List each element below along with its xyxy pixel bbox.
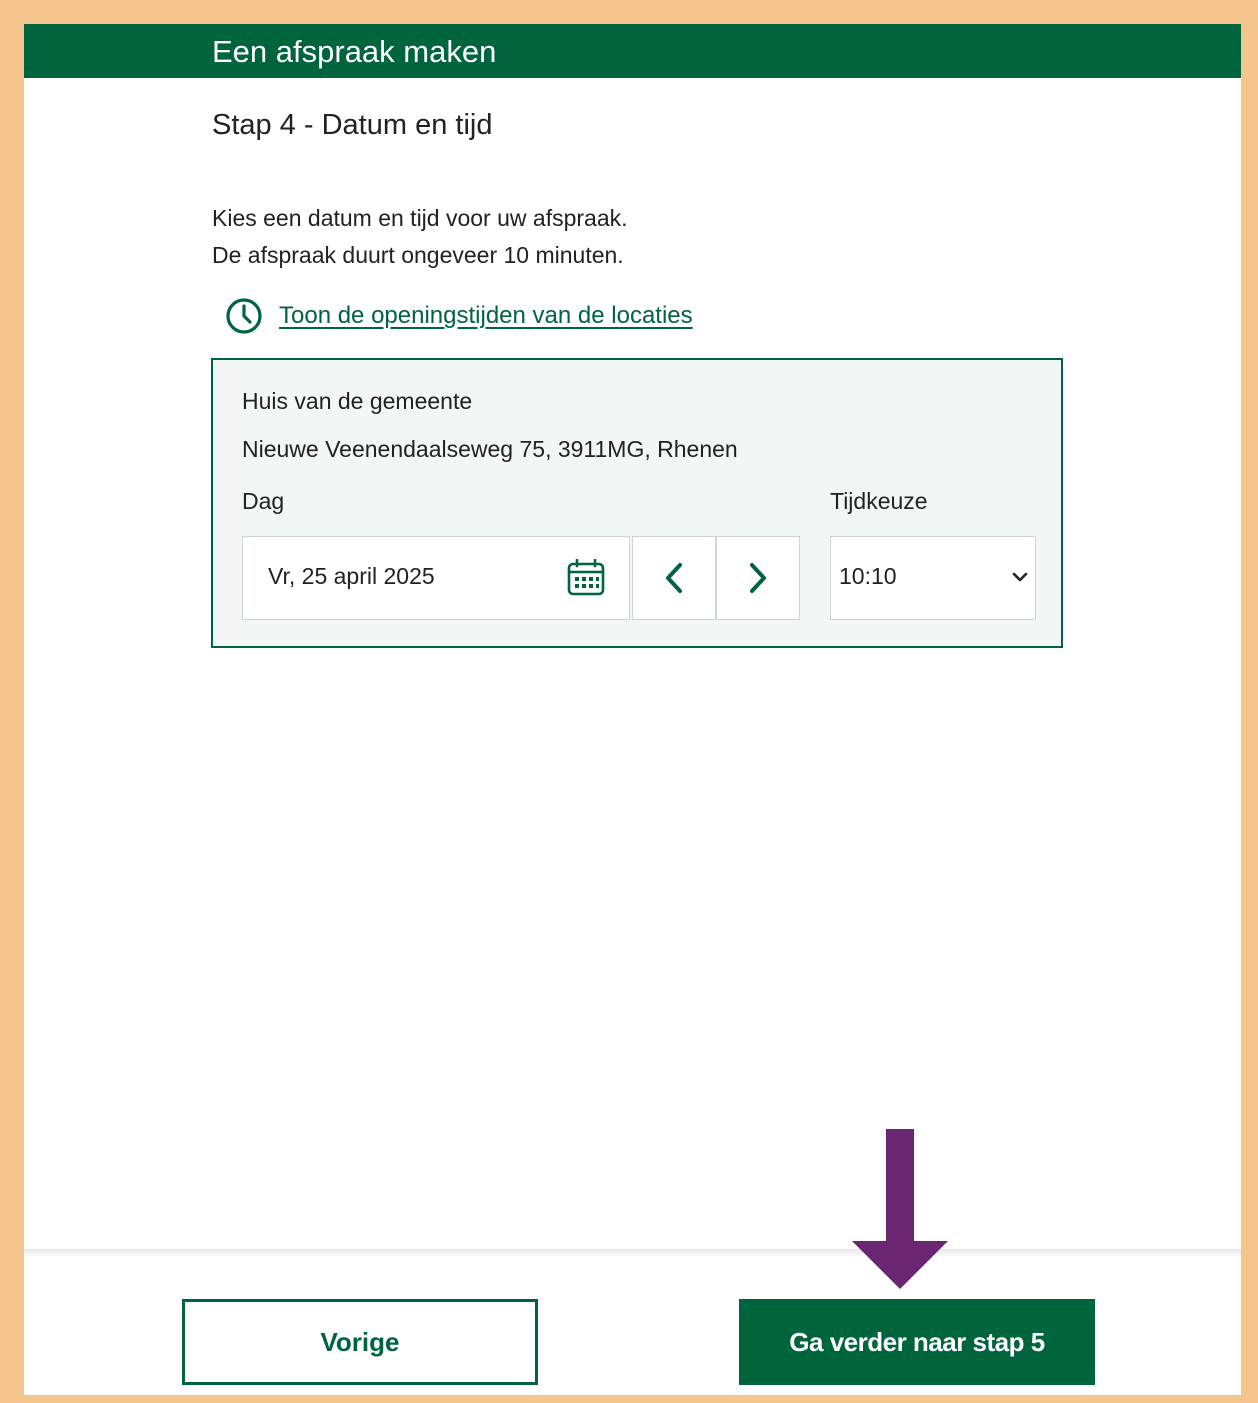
footer-divider	[24, 1249, 1241, 1257]
intro-line-1: Kies een datum en tijd voor uw afspraak.	[212, 205, 628, 231]
clock-icon	[226, 298, 262, 334]
chevron-right-icon	[750, 563, 766, 593]
opening-hours-link-label[interactable]: Toon de openingstijden van de locaties	[279, 302, 693, 330]
intro-line-2: De afspraak duurt ongeveer 10 minuten.	[212, 242, 624, 268]
intro-text: Kies een datum en tijd voor uw afspraak.…	[212, 200, 628, 274]
time-select[interactable]: 10:10	[830, 536, 1036, 620]
location-address: Nieuwe Veenendaalseweg 75, 3911MG, Rhene…	[242, 436, 738, 462]
location-name: Huis van de gemeente	[242, 388, 473, 414]
appointment-page: Een afspraak maken Stap 4 - Datum en tij…	[24, 24, 1241, 1395]
step-title: Stap 4 - Datum en tijd	[212, 109, 493, 141]
location-card: Huis van de gemeente Nieuwe Veenendaalse…	[211, 358, 1063, 648]
calendar-icon[interactable]	[567, 559, 605, 597]
date-input[interactable]: Vr, 25 april 2025	[242, 536, 630, 620]
chevron-down-icon	[1012, 572, 1028, 582]
next-step-button[interactable]: Ga verder naar stap 5	[739, 1299, 1095, 1385]
previous-day-button[interactable]	[632, 536, 716, 620]
date-value[interactable]: Vr, 25 april 2025	[268, 563, 435, 590]
next-day-button[interactable]	[716, 536, 800, 620]
chevron-left-icon	[666, 563, 682, 593]
day-label: Dag	[242, 488, 285, 514]
time-label: Tijdkeuze	[830, 488, 928, 514]
page-title: Een afspraak maken	[212, 34, 497, 69]
page-header: Een afspraak maken	[24, 24, 1241, 78]
time-value[interactable]: 10:10	[839, 563, 897, 590]
annotation-arrow-icon	[852, 1129, 948, 1289]
opening-hours-link[interactable]: Toon de openingstijden van de locaties	[224, 296, 693, 336]
previous-button[interactable]: Vorige	[182, 1299, 538, 1385]
